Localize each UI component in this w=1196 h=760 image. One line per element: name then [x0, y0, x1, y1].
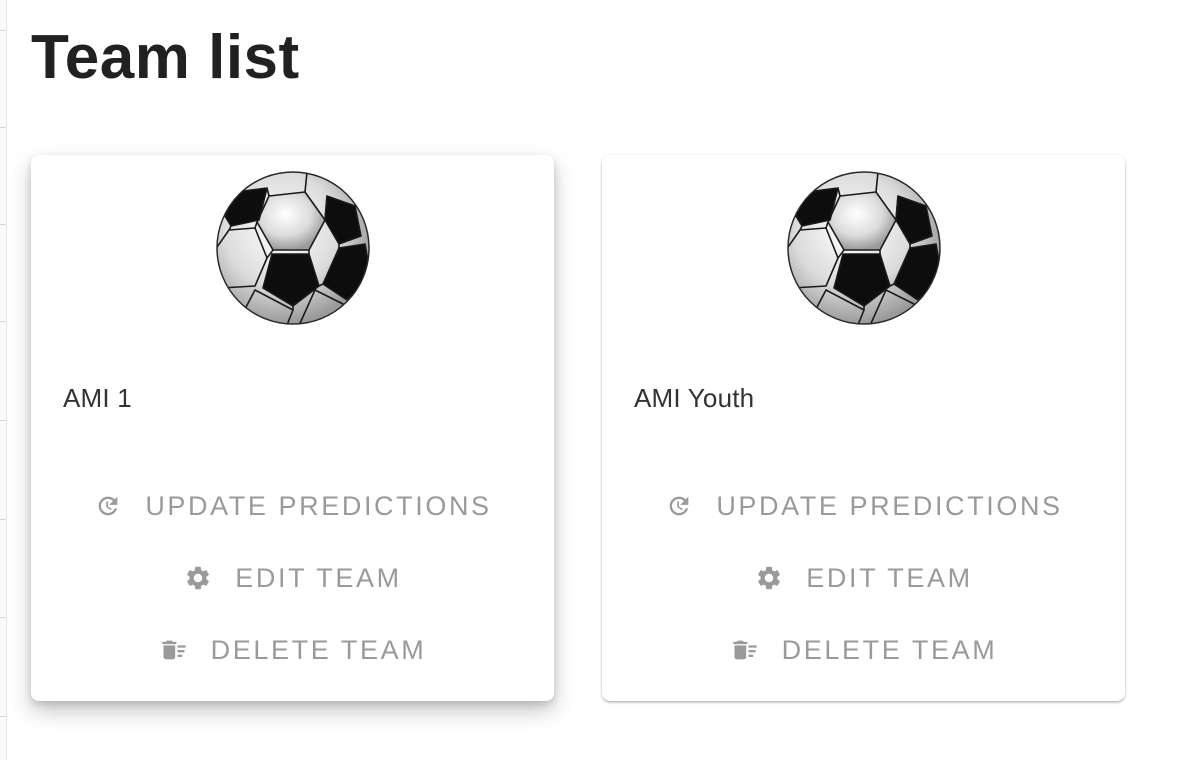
ruler-tick — [0, 617, 6, 618]
delete-sweep-icon — [730, 635, 760, 665]
team-actions: UPDATE PREDICTIONS EDIT TEAM DELETE TEAM — [31, 470, 554, 686]
ruler-tick — [0, 716, 6, 717]
delete-team-label: DELETE TEAM — [210, 634, 427, 665]
update-predictions-button[interactable]: UPDATE PREDICTIONS — [644, 470, 1082, 542]
gear-icon — [754, 563, 784, 593]
team-card[interactable]: AMI 1 UPDATE PREDICTIONS EDIT TEAM DELET… — [31, 155, 554, 701]
edit-team-label: EDIT TEAM — [806, 562, 973, 593]
delete-team-button[interactable]: DELETE TEAM — [710, 614, 1018, 686]
team-card[interactable]: AMI Youth UPDATE PREDICTIONS EDIT TEAM D… — [602, 155, 1125, 701]
edit-team-button[interactable]: EDIT TEAM — [734, 542, 992, 614]
edit-team-button[interactable]: EDIT TEAM — [163, 542, 421, 614]
soccer-ball-icon — [787, 171, 941, 325]
soccer-ball-icon — [216, 171, 370, 325]
ruler-tick — [0, 127, 6, 128]
gear-icon — [183, 563, 213, 593]
ruler-tick — [0, 420, 6, 421]
update-predictions-label: UPDATE PREDICTIONS — [145, 490, 492, 521]
delete-team-label: DELETE TEAM — [781, 634, 998, 665]
delete-sweep-icon — [159, 635, 189, 665]
update-predictions-label: UPDATE PREDICTIONS — [716, 490, 1063, 521]
ruler-tick — [0, 30, 6, 31]
team-actions: UPDATE PREDICTIONS EDIT TEAM DELETE TEAM — [602, 470, 1125, 686]
ruler-tick — [0, 224, 6, 225]
left-edge-ruler — [0, 0, 7, 760]
update-predictions-button[interactable]: UPDATE PREDICTIONS — [73, 470, 511, 542]
delete-team-button[interactable]: DELETE TEAM — [139, 614, 447, 686]
page-title: Team list — [31, 23, 300, 92]
team-card-list: AMI 1 UPDATE PREDICTIONS EDIT TEAM DELET… — [31, 155, 1125, 701]
team-name: AMI 1 — [63, 383, 132, 413]
team-name: AMI Youth — [634, 383, 755, 413]
ruler-tick — [0, 321, 6, 322]
refresh-icon — [664, 491, 694, 521]
ruler-tick — [0, 519, 6, 520]
edit-team-label: EDIT TEAM — [235, 562, 402, 593]
refresh-icon — [93, 491, 123, 521]
